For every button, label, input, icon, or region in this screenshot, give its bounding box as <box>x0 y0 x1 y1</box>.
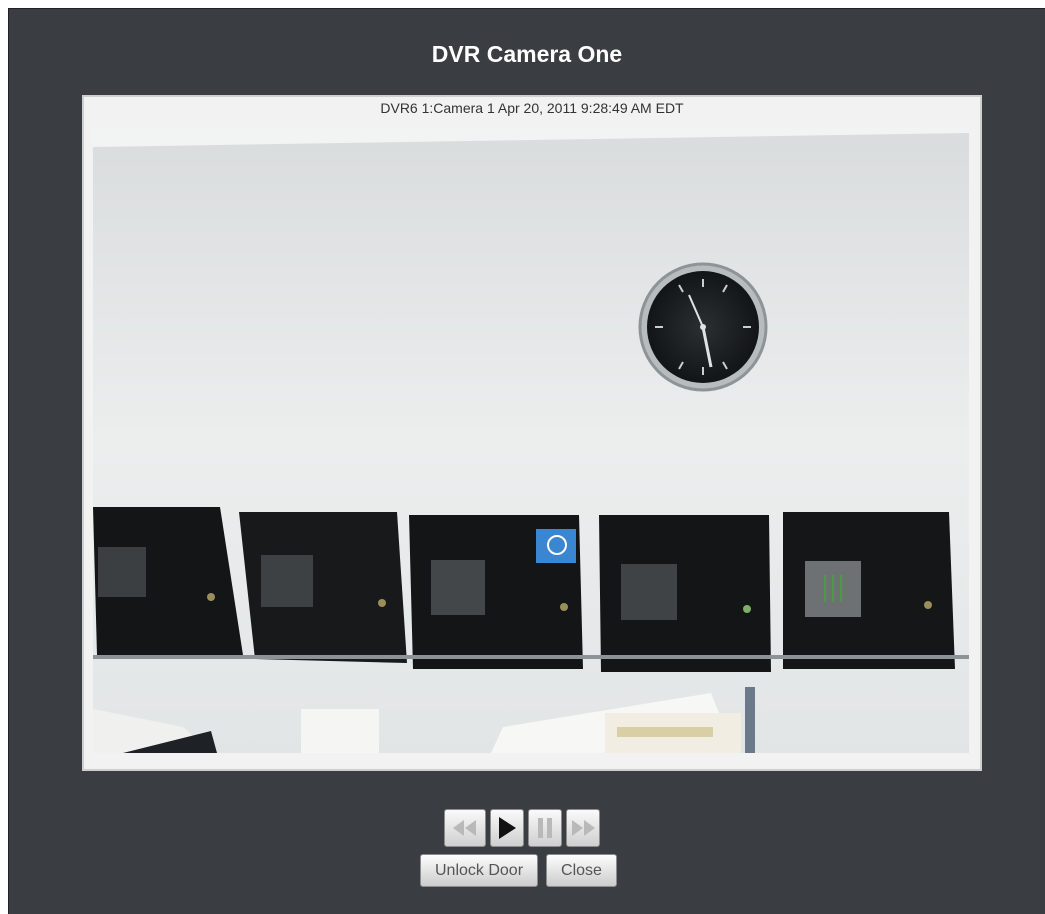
fast-forward-button[interactable] <box>566 809 600 847</box>
dialog-title: DVR Camera One <box>431 41 623 67</box>
camera-dialog: DVR Camera One DVR6 1:Camera 1 Apr 20, 2… <box>8 8 1045 914</box>
dialog-actions: Unlock Door Close <box>420 854 617 887</box>
pause-button[interactable] <box>528 809 562 847</box>
video-frame: DVR6 1:Camera 1 Apr 20, 2011 9:28:49 AM … <box>82 95 982 771</box>
unlock-door-button[interactable]: Unlock Door <box>420 854 539 887</box>
play-icon <box>499 817 516 839</box>
rewind-icon <box>453 820 476 836</box>
camera-feed <box>93 127 969 753</box>
media-controls <box>444 809 600 849</box>
video-caption: DVR6 1:Camera 1 Apr 20, 2011 9:28:49 AM … <box>380 100 684 116</box>
fast-forward-icon <box>572 820 595 836</box>
rewind-button[interactable] <box>444 809 486 847</box>
access-panels <box>93 507 955 672</box>
close-button[interactable]: Close <box>546 854 617 887</box>
pause-icon <box>538 818 552 838</box>
camera-feed-image <box>93 127 969 753</box>
play-button[interactable] <box>490 809 524 847</box>
wall-clock <box>638 262 768 392</box>
